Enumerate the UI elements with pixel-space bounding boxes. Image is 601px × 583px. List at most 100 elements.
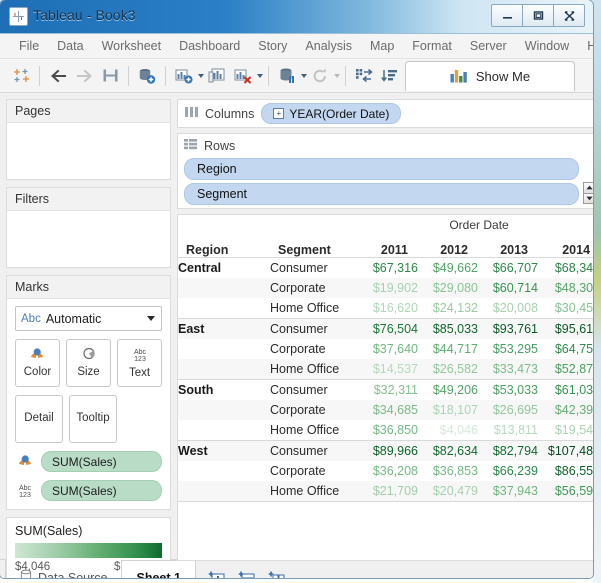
- back-arrow-icon[interactable]: [45, 63, 71, 89]
- cell-region[interactable]: [178, 481, 270, 501]
- table-row[interactable]: Corporate$34,685$18,107$26,695$42,399: [178, 400, 593, 420]
- cell-value-2011[interactable]: $67,316: [358, 258, 418, 279]
- tableau-sparkle-icon[interactable]: [8, 63, 34, 89]
- columns-shelf[interactable]: Columns + YEAR(Order Date): [177, 99, 593, 128]
- cell-value-2014[interactable]: $86,555: [538, 461, 593, 481]
- cell-region[interactable]: South: [178, 379, 270, 400]
- table-row[interactable]: Corporate$19,902$29,080$60,714$48,300: [178, 278, 593, 298]
- cell-value-2013[interactable]: $82,794: [478, 440, 538, 461]
- menu-window[interactable]: Window: [516, 36, 578, 56]
- new-worksheet-icon[interactable]: [171, 63, 197, 89]
- cell-region[interactable]: East: [178, 318, 270, 339]
- menu-map[interactable]: Map: [361, 36, 403, 56]
- clear-sheet-icon[interactable]: [230, 63, 256, 89]
- cell-region[interactable]: [178, 461, 270, 481]
- cell-value-2013[interactable]: $26,695: [478, 400, 538, 420]
- table-row[interactable]: EastConsumer$76,504$85,033$93,761$95,610: [178, 318, 593, 339]
- cell-segment[interactable]: Corporate: [270, 278, 358, 298]
- header-year-2011[interactable]: 2011: [358, 235, 418, 257]
- menu-format[interactable]: Format: [403, 36, 461, 56]
- new-dashboard-tab-icon[interactable]: [238, 569, 256, 578]
- menu-help[interactable]: Help: [578, 36, 593, 56]
- cell-value-2014[interactable]: $56,591: [538, 481, 593, 501]
- new-worksheet-tab-icon[interactable]: [208, 569, 226, 578]
- cell-value-2011[interactable]: $89,966: [358, 440, 418, 461]
- sort-descending-icon[interactable]: [377, 63, 403, 89]
- marks-color-button[interactable]: Color: [15, 339, 60, 387]
- rows-pill-region[interactable]: Region: [184, 158, 580, 180]
- pages-drop-zone[interactable]: [7, 123, 170, 179]
- rows-shelf-scrollbar[interactable]: [583, 182, 593, 204]
- marks-tooltip-button[interactable]: Tooltip: [69, 395, 117, 443]
- cell-region[interactable]: [178, 420, 270, 441]
- rows-shelf[interactable]: Rows Region Segment: [177, 133, 593, 209]
- marks-detail-button[interactable]: Detail: [15, 395, 63, 443]
- cell-segment[interactable]: Home Office: [270, 298, 358, 319]
- columns-pill-year-order-date[interactable]: + YEAR(Order Date): [261, 103, 402, 124]
- menu-worksheet[interactable]: Worksheet: [93, 36, 171, 56]
- cell-value-2013[interactable]: $33,473: [478, 359, 538, 380]
- cell-segment[interactable]: Home Office: [270, 420, 358, 441]
- cell-region[interactable]: Central: [178, 258, 270, 279]
- cell-value-2013[interactable]: $20,008: [478, 298, 538, 319]
- cell-value-2012[interactable]: $85,033: [418, 318, 478, 339]
- cell-value-2011[interactable]: $76,504: [358, 318, 418, 339]
- cell-value-2012[interactable]: $49,206: [418, 379, 478, 400]
- cell-value-2013[interactable]: $66,707: [478, 258, 538, 279]
- cell-value-2012[interactable]: $26,582: [418, 359, 478, 380]
- duplicate-sheet-icon[interactable]: [204, 63, 230, 89]
- cell-value-2012[interactable]: $29,080: [418, 278, 478, 298]
- cell-region[interactable]: [178, 339, 270, 359]
- scroll-down-icon[interactable]: [583, 192, 593, 204]
- cell-value-2011[interactable]: $34,685: [358, 400, 418, 420]
- menu-story[interactable]: Story: [249, 36, 296, 56]
- cell-value-2011[interactable]: $36,208: [358, 461, 418, 481]
- cell-value-2011[interactable]: $32,311: [358, 379, 418, 400]
- cell-value-2012[interactable]: $49,662: [418, 258, 478, 279]
- marks-size-button[interactable]: Size: [66, 339, 111, 387]
- menu-analysis[interactable]: Analysis: [296, 36, 361, 56]
- table-row[interactable]: South Consumer $32,311 $49,206 $53,033 $61,03…: [178, 379, 593, 400]
- cell-value-2012[interactable]: $18,107: [418, 400, 478, 420]
- save-icon[interactable]: [97, 63, 123, 89]
- swap-rows-columns-icon[interactable]: [351, 63, 377, 89]
- cell-value-2014[interactable]: $64,757: [538, 339, 593, 359]
- cell-value-2014[interactable]: $61,031: [538, 379, 593, 400]
- close-icon[interactable]: [553, 4, 585, 27]
- cell-value-2012[interactable]: $4,046: [418, 420, 478, 441]
- cell-segment[interactable]: Consumer: [270, 440, 358, 461]
- marks-pill-color-sum-sales[interactable]: SUM(Sales): [41, 451, 162, 472]
- tab-data-source[interactable]: Data Source: [5, 560, 123, 578]
- cell-value-2011[interactable]: $16,620: [358, 298, 418, 319]
- menu-data[interactable]: Data: [48, 36, 92, 56]
- new-story-tab-icon[interactable]: [268, 569, 286, 578]
- cell-value-2012[interactable]: $20,479: [418, 481, 478, 501]
- cell-value-2012[interactable]: $24,132: [418, 298, 478, 319]
- cell-segment[interactable]: Consumer: [270, 379, 358, 400]
- table-row[interactable]: Home Office$36,850$4,046$13,811$19,547: [178, 420, 593, 441]
- cell-region[interactable]: [178, 298, 270, 319]
- marks-pill-text-sum-sales[interactable]: SUM(Sales): [41, 480, 162, 501]
- cell-value-2014[interactable]: $48,300: [538, 278, 593, 298]
- table-row[interactable]: Central Consumer $67,316 $49,662 $66,707 $68,…: [178, 258, 593, 279]
- table-row[interactable]: Home Office$16,620$24,132$20,008$30,452: [178, 298, 593, 319]
- cell-value-2012[interactable]: $36,853: [418, 461, 478, 481]
- cell-region[interactable]: [178, 278, 270, 298]
- minimize-icon[interactable]: [491, 4, 523, 27]
- clear-sheet-dropdown-caret-icon[interactable]: [257, 73, 263, 78]
- cell-value-2013[interactable]: $53,295: [478, 339, 538, 359]
- cell-value-2013[interactable]: $13,811: [478, 420, 538, 441]
- cell-value-2011[interactable]: $37,640: [358, 339, 418, 359]
- cell-value-2014[interactable]: $95,610: [538, 318, 593, 339]
- table-row[interactable]: Corporate$37,640$44,717$53,295$64,757: [178, 339, 593, 359]
- plus-expand-icon[interactable]: +: [273, 108, 285, 119]
- maximize-icon[interactable]: [522, 4, 554, 27]
- cell-value-2014[interactable]: $30,452: [538, 298, 593, 319]
- cell-value-2013[interactable]: $60,714: [478, 278, 538, 298]
- cell-value-2011[interactable]: $14,537: [358, 359, 418, 380]
- cell-value-2013[interactable]: $66,239: [478, 461, 538, 481]
- cell-segment[interactable]: Corporate: [270, 339, 358, 359]
- cell-segment[interactable]: Corporate: [270, 400, 358, 420]
- cell-region[interactable]: West: [178, 440, 270, 461]
- cell-region[interactable]: [178, 400, 270, 420]
